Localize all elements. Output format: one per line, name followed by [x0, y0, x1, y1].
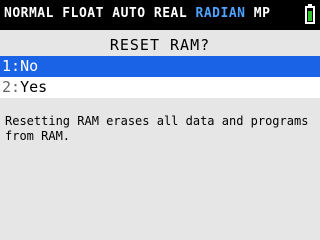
option-label: Yes	[20, 78, 48, 96]
mode-status-right: MP	[245, 6, 271, 21]
status-bar: NORMAL FLOAT AUTO REAL RADIAN MP	[0, 0, 320, 30]
options-list: 1:No 2:Yes	[0, 56, 320, 98]
calculator-screen: NORMAL FLOAT AUTO REAL RADIAN MP RESET R…	[0, 0, 320, 240]
option-number: 2:	[2, 78, 21, 96]
mode-status: NORMAL FLOAT AUTO REAL RADIAN MP	[4, 6, 270, 21]
dialog-title: RESET RAM?	[109, 36, 211, 54]
angle-mode: RADIAN	[195, 6, 246, 21]
mode-status-left: NORMAL FLOAT AUTO REAL	[4, 6, 196, 21]
battery-level	[308, 11, 312, 21]
option-number: 1:	[2, 57, 21, 75]
info-message: Resetting RAM erases all data and progra…	[5, 114, 309, 143]
option-no[interactable]: 1:No	[0, 56, 320, 77]
option-label: No	[20, 57, 39, 75]
battery-icon	[305, 4, 315, 24]
option-yes[interactable]: 2:Yes	[0, 77, 320, 98]
